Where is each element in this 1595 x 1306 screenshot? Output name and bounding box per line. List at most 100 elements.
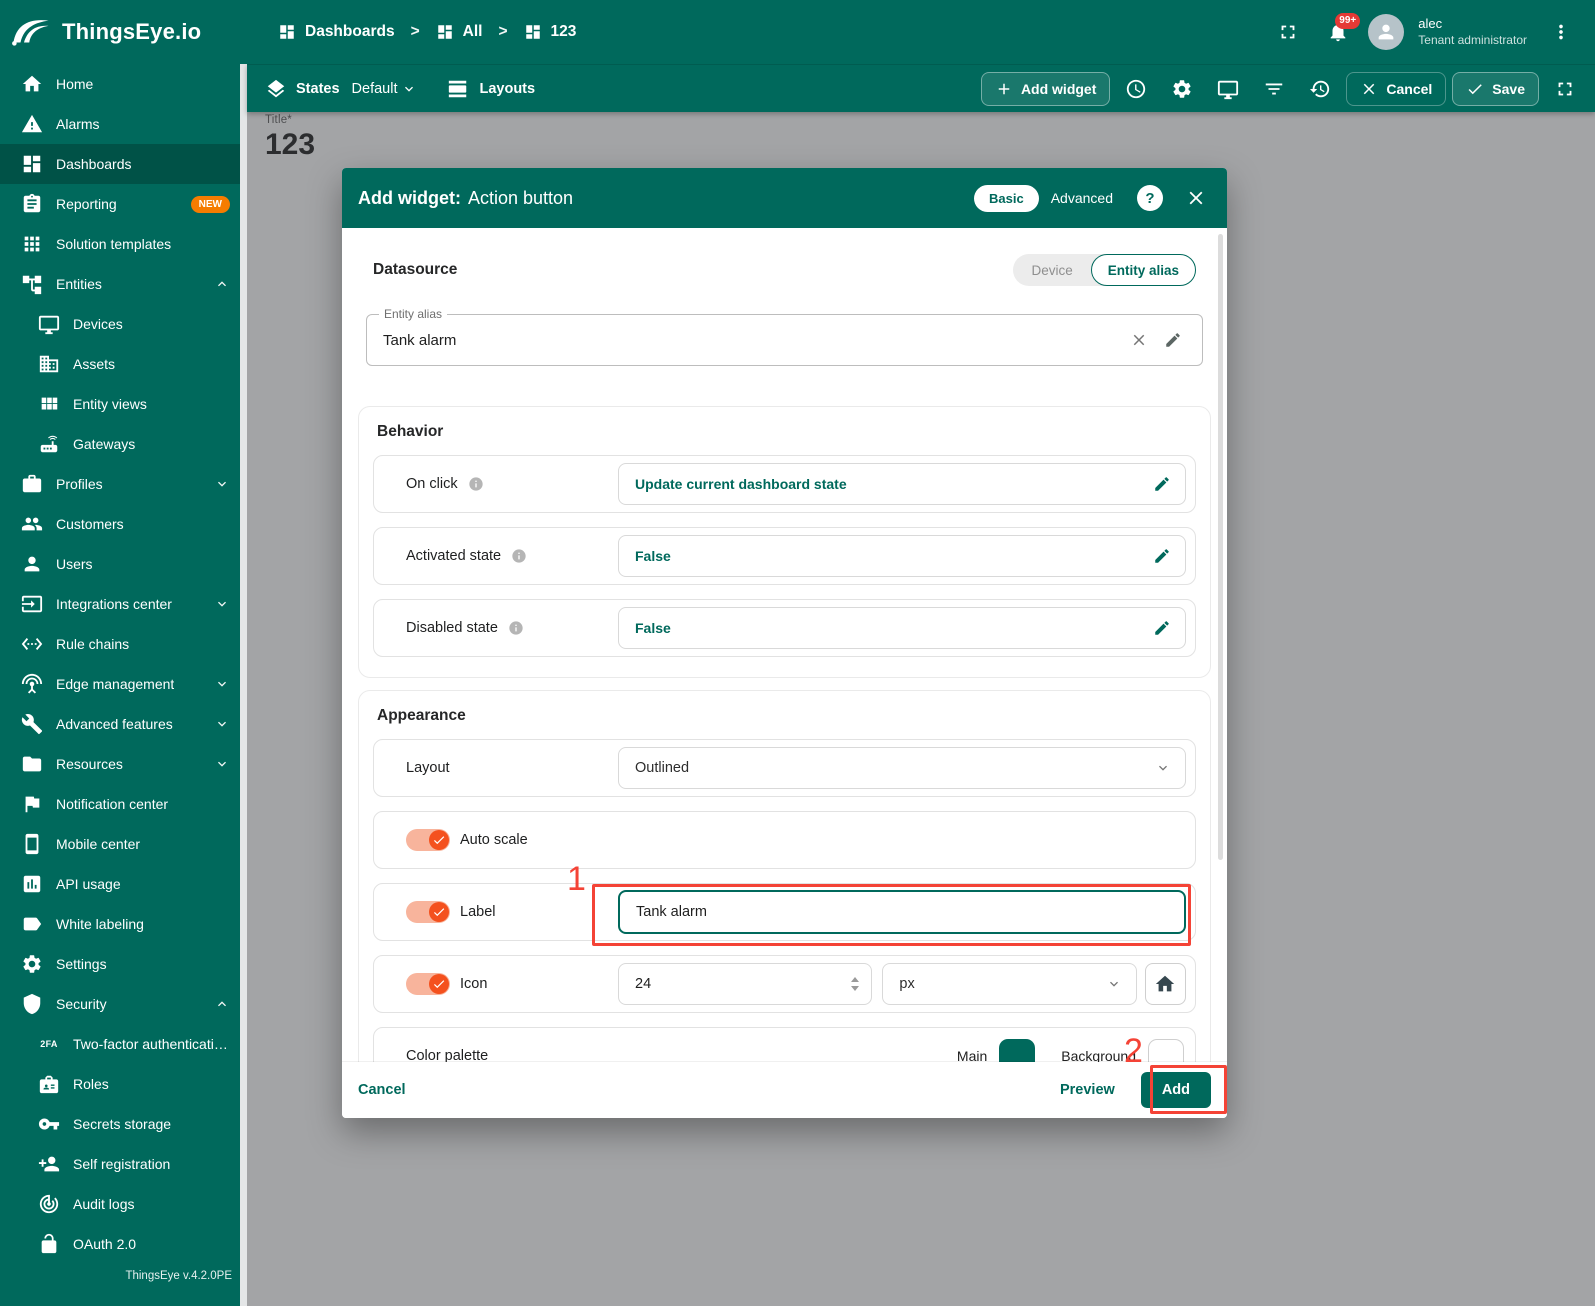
sidebar-item-customers[interactable]: Customers (0, 504, 240, 544)
chevron-down-icon[interactable] (214, 676, 230, 692)
appearance-section: Appearance Layout Outlined Auto scale La… (358, 690, 1211, 1062)
auto-scale-toggle[interactable] (406, 829, 450, 851)
filters-button[interactable] (1254, 71, 1294, 107)
sidebar-item-users[interactable]: Users (0, 544, 240, 584)
icon-size-input[interactable] (623, 976, 852, 992)
sidebar-item-assets[interactable]: Assets (0, 344, 240, 384)
edge-antenna-icon (20, 673, 44, 695)
spinner-down-icon[interactable] (851, 986, 860, 991)
sidebar-item-oauth[interactable]: OAuth 2.0 (0, 1224, 240, 1264)
close-dialog-button[interactable] (1179, 181, 1213, 215)
label-text-input[interactable] (618, 890, 1186, 934)
breadcrumb-123[interactable]: 123 (524, 23, 576, 41)
disabled-state-value-box[interactable]: False (618, 607, 1186, 649)
add-button[interactable]: Add (1140, 1072, 1211, 1108)
chevron-down-icon[interactable] (214, 756, 230, 772)
sidebar-item-security[interactable]: Security (0, 984, 240, 1024)
sidebar-item-integrations-center[interactable]: Integrations center (0, 584, 240, 624)
entity-alias-field[interactable]: Entity alias Tank alarm (366, 307, 1203, 366)
sidebar-item-entity-views[interactable]: Entity views (0, 384, 240, 424)
clear-entity-alias-button[interactable] (1122, 323, 1156, 357)
breadcrumb-dashboards[interactable]: Dashboards (278, 23, 395, 41)
background-color-swatch[interactable] (1148, 1039, 1184, 1062)
sidebar-item-resources[interactable]: Resources (0, 744, 240, 784)
sidebar-item-notification-center[interactable]: Notification center (0, 784, 240, 824)
sidebar-item-white-labeling[interactable]: White labeling (0, 904, 240, 944)
spinner-up-icon[interactable] (851, 977, 860, 982)
state-select[interactable]: Default (352, 81, 418, 97)
breadcrumb: Dashboards > All > 123 (278, 23, 576, 41)
device-toggle-option[interactable]: Device (1013, 263, 1090, 278)
icon-size-stepper[interactable] (618, 963, 873, 1005)
chevron-down-icon[interactable] (214, 476, 230, 492)
sidebar-item-gateways[interactable]: Gateways (0, 424, 240, 464)
edit-on-click-button[interactable] (1145, 467, 1179, 501)
sidebar-item-devices[interactable]: Devices (0, 304, 240, 344)
customers-icon (20, 513, 44, 535)
icon-toggle[interactable] (406, 973, 450, 995)
time-window-button[interactable] (1116, 71, 1156, 107)
sidebar-item-entities[interactable]: Entities (0, 264, 240, 304)
sidebar-item-api-usage[interactable]: API usage (0, 864, 240, 904)
layout-select[interactable]: Outlined (618, 747, 1186, 789)
fullscreen-button[interactable] (1545, 71, 1585, 107)
edit-activated-state-button[interactable] (1145, 539, 1179, 573)
sidebar-item-dashboards[interactable]: Dashboards (0, 144, 240, 184)
sidebar-item-mobile-center[interactable]: Mobile center (0, 824, 240, 864)
cancel-dialog-button[interactable]: Cancel (358, 1082, 406, 1098)
fullscreen-icon (1277, 21, 1299, 43)
chevron-down-icon (401, 81, 417, 97)
edit-disabled-state-button[interactable] (1145, 611, 1179, 645)
preview-button[interactable]: Preview (1060, 1082, 1115, 1098)
chevron-down-icon[interactable] (214, 596, 230, 612)
entity-aliases-button[interactable] (1208, 71, 1248, 107)
sidebar-item-solution-templates[interactable]: Solution templates (0, 224, 240, 264)
add-widget-button[interactable]: Add widget (980, 71, 1111, 106)
on-click-value-box[interactable]: Update current dashboard state (618, 463, 1186, 505)
sidebar-item-alarms[interactable]: Alarms (0, 104, 240, 144)
sidebar-item-profiles[interactable]: Profiles (0, 464, 240, 504)
sidebar-item-self-registration[interactable]: Self registration (0, 1144, 240, 1184)
sidebar-item-advanced-features[interactable]: Advanced features (0, 704, 240, 744)
breadcrumb-all[interactable]: All (436, 23, 482, 41)
avatar[interactable] (1368, 14, 1405, 50)
sidebar-item-settings[interactable]: Settings (0, 944, 240, 984)
icon-unit-select[interactable]: px (882, 963, 1137, 1005)
cancel-edit-button[interactable]: Cancel (1346, 71, 1447, 106)
app-logo[interactable]: ThingsEye.io (10, 14, 242, 50)
tab-advanced[interactable]: Advanced (1051, 190, 1113, 206)
sidebar-item-audit-logs[interactable]: Audit logs (0, 1184, 240, 1224)
sidebar-item-roles[interactable]: Roles (0, 1064, 240, 1104)
fullscreen-button[interactable] (1268, 12, 1308, 52)
sidebar-item-home[interactable]: Home (0, 64, 240, 104)
sidebar-item-two-factor-auth[interactable]: 2FA Two-factor authenticati… (0, 1024, 240, 1064)
sidebar-item-rule-chains[interactable]: Rule chains (0, 624, 240, 664)
layout-select-value: Outlined (635, 760, 690, 776)
chevron-up-icon[interactable] (214, 996, 230, 1012)
gear-icon (1171, 78, 1193, 100)
main-color-swatch[interactable] (999, 1039, 1036, 1062)
sidebar-scrollbar[interactable] (240, 64, 247, 1306)
layouts-button[interactable]: Layouts (447, 78, 535, 100)
wrench-icon (20, 713, 44, 735)
dashboard-settings-button[interactable] (1162, 71, 1202, 107)
notifications-button[interactable]: 99+ (1318, 12, 1361, 52)
chevron-down-icon[interactable] (214, 716, 230, 732)
dialog-scrollbar[interactable] (1218, 234, 1223, 860)
more-menu-button[interactable] (1541, 12, 1581, 52)
behavior-section-title: Behavior (377, 423, 444, 440)
icon-picker-button[interactable] (1144, 963, 1186, 1005)
sidebar-item-edge-management[interactable]: Edge management (0, 664, 240, 704)
help-button[interactable]: ? (1137, 185, 1163, 211)
save-dashboard-button[interactable]: Save (1452, 71, 1539, 106)
sidebar-item-reporting[interactable]: Reporting NEW (0, 184, 240, 224)
sidebar-item-secrets-storage[interactable]: Secrets storage (0, 1104, 240, 1144)
version-history-button[interactable] (1300, 71, 1340, 107)
edit-entity-alias-button[interactable] (1156, 323, 1190, 357)
chevron-up-icon[interactable] (214, 276, 230, 292)
label-toggle[interactable] (406, 901, 450, 923)
activated-state-value-box[interactable]: False (618, 535, 1186, 577)
entity-alias-toggle-option[interactable]: Entity alias (1090, 254, 1196, 286)
stepper-arrows[interactable] (851, 977, 860, 991)
tab-basic[interactable]: Basic (974, 184, 1039, 212)
